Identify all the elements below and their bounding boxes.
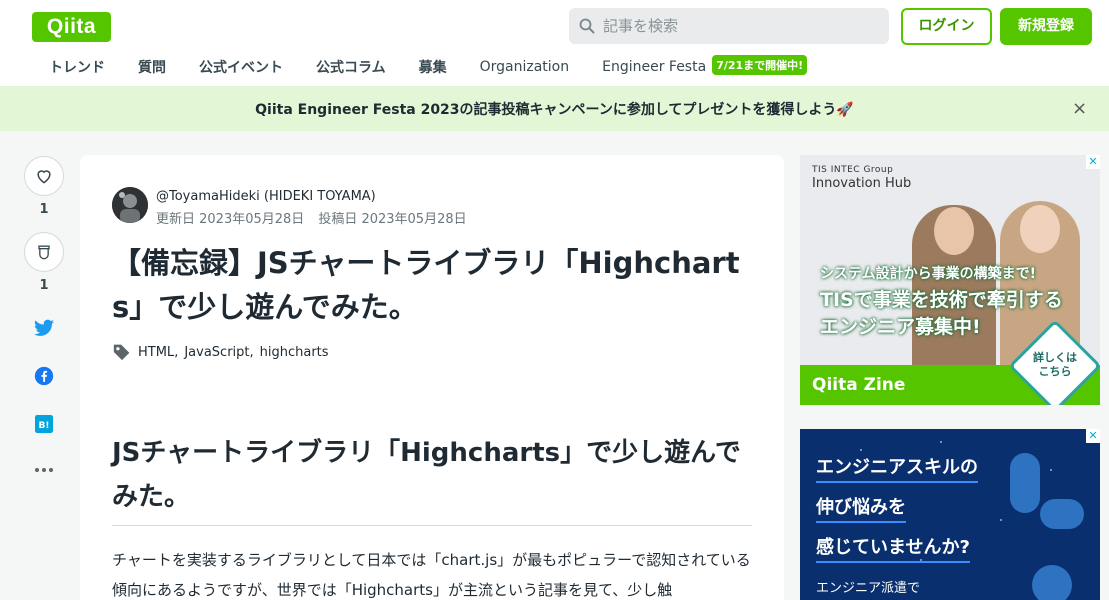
tag-highcharts[interactable]: highcharts [260, 345, 329, 360]
ad-figure-image [1010, 453, 1040, 513]
ad-face [1020, 205, 1060, 253]
nav-item-official-events[interactable]: 公式イベント [199, 57, 283, 77]
ad-close-icon[interactable]: ✕ [1086, 155, 1100, 169]
ad-close-icon[interactable]: ✕ [1086, 429, 1100, 443]
ad-cta-line1: 詳しくは [1033, 351, 1077, 364]
tag-javascript[interactable]: JavaScript [184, 345, 249, 360]
site-header: Qiita ログイン 新規登録 トレンド 質問 公式イベント 公式コラム 募集 … [0, 0, 1109, 86]
hatena-bookmark-icon: B! [35, 415, 53, 433]
section-heading: JSチャートライブラリ「Highcharts」で少し遊んでみた。 [112, 431, 752, 526]
festa-badge: 7/21まで開催中! [712, 55, 808, 75]
stock-button[interactable] [24, 232, 64, 272]
ad-copy-line1: システム設計から事業の構築まで! [820, 266, 1036, 282]
tag-html[interactable]: HTML [138, 345, 174, 360]
facebook-share-button[interactable] [24, 364, 64, 388]
stock-count: 1 [39, 278, 49, 293]
article-dates: 更新日 2023年05月28日 投稿日 2023年05月28日 [156, 208, 481, 227]
tag-icon [113, 344, 130, 361]
global-nav: トレンド 質問 公式イベント 公式コラム 募集 Organization Eng… [49, 55, 808, 78]
ad-hub-label: Innovation Hub [812, 176, 912, 191]
banner-text[interactable]: Qiita Engineer Festa 2023の記事投稿キャンペーンに参加し… [0, 99, 1109, 119]
nav-item-questions[interactable]: 質問 [138, 57, 166, 77]
ad-company-label: TIS INTEC Group [812, 165, 894, 175]
ad-face [934, 207, 974, 255]
search-box[interactable] [569, 8, 889, 44]
ad-copy-line2: TISで事業を技術で牽引する [820, 289, 1063, 311]
tis-ad-banner[interactable]: TIS INTEC Group Innovation Hub システム設計から事… [800, 155, 1100, 405]
stock-icon [38, 245, 50, 260]
engineer-ad-banner[interactable]: エンジニアスキルの 伸び悩みを 感じていませんか? エンジニア派遣で ✕ [800, 429, 1100, 600]
search-icon [579, 18, 595, 34]
facebook-icon [34, 366, 54, 386]
ad2-small-text: エンジニア派遣で [816, 581, 921, 596]
like-count: 1 [39, 202, 49, 217]
heart-icon [37, 170, 51, 184]
qiita-zine-logo: Qiita Zine [812, 375, 906, 395]
ad-cta-line2: こちら [1038, 365, 1072, 378]
tag-list: HTML, JavaScript, highcharts [112, 343, 329, 361]
updated-date: 更新日 2023年05月28日 [156, 212, 305, 227]
more-icon [35, 468, 53, 472]
nav-item-engineer-festa[interactable]: Engineer Festa 7/21まで開催中! [602, 55, 808, 77]
more-options-button[interactable] [24, 458, 64, 482]
action-rail: 1 1 B! [24, 156, 64, 482]
close-icon[interactable]: × [1072, 98, 1087, 119]
author-row: @ToyamaHideki (HIDEKI TOYAMA) 更新日 2023年0… [112, 187, 481, 227]
ad2-line1: エンジニアスキルの [816, 453, 978, 483]
nav-item-organization[interactable]: Organization [480, 59, 570, 75]
campaign-banner: Qiita Engineer Festa 2023の記事投稿キャンペーンに参加し… [0, 86, 1109, 131]
search-input[interactable] [603, 17, 873, 35]
ad-cta-text[interactable]: 詳しくは こちら [1020, 351, 1090, 379]
article-paragraph: チャートを実装するライブラリとして日本では「chart.js」が最もポピュラーで… [112, 551, 751, 599]
nav-item-engineer-festa-label: Engineer Festa [602, 59, 707, 75]
ad-figure-image [1040, 499, 1084, 529]
like-button[interactable] [24, 156, 64, 196]
nav-item-official-column[interactable]: 公式コラム [316, 57, 386, 77]
ad2-line2: 伸び悩みを [816, 493, 906, 523]
twitter-share-button[interactable] [24, 316, 64, 340]
ad2-line3: 感じていませんか? [816, 533, 970, 563]
qiita-logo[interactable]: Qiita [32, 12, 111, 42]
posted-date: 投稿日 2023年05月28日 [318, 212, 467, 227]
hatena-bookmark-button[interactable]: B! [24, 412, 64, 436]
author-name[interactable]: @ToyamaHideki (HIDEKI TOYAMA) [156, 189, 481, 204]
login-button[interactable]: ログイン [901, 8, 992, 45]
svg-text:B!: B! [39, 421, 50, 431]
article-card: @ToyamaHideki (HIDEKI TOYAMA) 更新日 2023年0… [80, 155, 784, 600]
article-title: 【備忘録】JSチャートライブラリ「Highcharts」で少し遊んでみた。 [112, 246, 740, 324]
twitter-icon [34, 319, 54, 336]
avatar[interactable] [112, 187, 148, 223]
nav-item-recruitment[interactable]: 募集 [419, 57, 447, 77]
nav-item-trend[interactable]: トレンド [49, 57, 105, 77]
signup-button[interactable]: 新規登録 [1000, 8, 1092, 45]
ad-figure-image [1032, 565, 1072, 600]
